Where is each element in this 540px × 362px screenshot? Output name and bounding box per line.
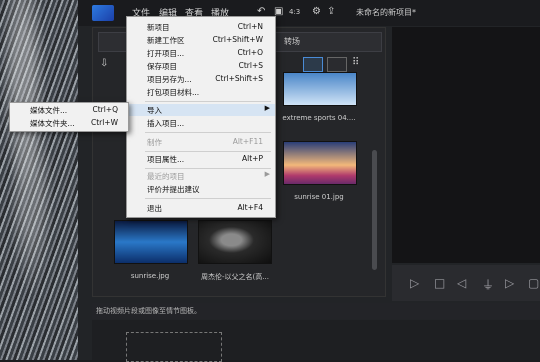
skydiver-thumbnail[interactable]	[283, 72, 357, 106]
next-frame-icon[interactable]: ▷	[505, 276, 514, 290]
import-submenu: 媒体文件... Ctrl+Q 媒体文件夹... Ctrl+W	[9, 102, 129, 132]
menu-item-recent-projects: 最近的项目 ▶	[127, 170, 275, 182]
music-video-thumbnail[interactable]	[198, 220, 272, 264]
menu-item-label: 项目另存为...	[147, 75, 192, 84]
item-caption: extreme sports 04....	[282, 114, 356, 122]
item-caption: sunrise.jpg	[130, 272, 170, 280]
settings-icon[interactable]: ⚙	[312, 6, 321, 17]
tab-transitions[interactable]: 转场	[284, 36, 300, 47]
menu-item-label: 制作	[147, 138, 162, 147]
menu-item-label: 退出	[147, 204, 162, 213]
menu-item-label: 项目属性...	[147, 155, 185, 164]
menu-item-label: 插入项目...	[147, 119, 185, 128]
menu-separator	[145, 132, 271, 133]
document-title: 未命名的新项目*	[356, 8, 416, 17]
menu-item-shortcut: Ctrl+Shift+S	[215, 74, 263, 83]
item-caption: 周杰伦-以父之名(高...	[201, 273, 269, 281]
menu-separator	[145, 101, 271, 102]
menu-separator	[145, 198, 271, 199]
upload-icon[interactable]: ⇪	[327, 6, 335, 17]
display-ratio-icon[interactable]: 4:3	[289, 8, 300, 16]
menu-item-shortcut: Alt+P	[242, 154, 263, 163]
menu-item-label: 新建工作区	[147, 36, 185, 45]
menu-item-label: 保存项目	[147, 62, 177, 71]
submenu-arrow-icon: ▶	[264, 104, 270, 112]
menu-item-label: 打包项目材料...	[147, 88, 200, 97]
sunrise-flowers-thumbnail[interactable]	[283, 141, 357, 185]
menu-item-save-project[interactable]: 保存项目 Ctrl+S	[127, 60, 275, 72]
menu-item-label: 新项目	[147, 23, 170, 32]
split-icon[interactable]: ⏚	[482, 276, 494, 293]
menu-item-import[interactable]: 导入 ▶	[127, 104, 275, 116]
menu-item-project-properties[interactable]: 项目属性... Alt+P	[127, 153, 275, 165]
menu-item-shortcut: Ctrl+S	[238, 61, 263, 70]
thumbnail-view-icon[interactable]	[327, 57, 347, 72]
sunrise-lake-thumbnail[interactable]	[114, 220, 188, 264]
menu-item-label: 最近的项目	[147, 172, 185, 181]
list-view-icon[interactable]	[303, 57, 323, 72]
fullscreen-icon[interactable]: ▢	[528, 276, 539, 290]
menu-item-label: 媒体文件...	[30, 106, 68, 115]
menu-separator	[145, 151, 271, 152]
menu-item-new-workspace[interactable]: 新建工作区 Ctrl+Shift+W	[127, 34, 275, 46]
library-scrollbar[interactable]	[372, 150, 377, 270]
storyboard-empty-slot[interactable]	[126, 332, 222, 362]
menu-item-shortcut: Ctrl+Q	[92, 105, 118, 114]
menu-item-label: 打开项目...	[147, 49, 185, 58]
stop-icon[interactable]: □	[434, 276, 445, 290]
submenu-arrow-icon: ▶	[264, 170, 270, 178]
preview-window	[392, 27, 540, 263]
menu-item-shortcut: Ctrl+O	[237, 48, 263, 57]
menu-separator	[145, 168, 271, 169]
menu-item-feedback[interactable]: 评价并提出建议	[127, 183, 275, 195]
file-menu-dropdown: 新项目 Ctrl+N 新建工作区 Ctrl+Shift+W 打开项目... Ct…	[126, 16, 276, 218]
submenu-item-media-folder[interactable]: 媒体文件夹... Ctrl+W	[10, 117, 128, 129]
menu-item-shortcut: Ctrl+N	[237, 22, 263, 31]
import-folder-icon[interactable]: ⇩	[100, 58, 108, 69]
submenu-item-media-file[interactable]: 媒体文件... Ctrl+Q	[10, 104, 128, 116]
prev-frame-icon[interactable]: ◁	[457, 276, 466, 290]
menu-item-label: 媒体文件夹...	[30, 119, 75, 128]
menu-item-label: 导入	[147, 106, 162, 115]
menu-item-insert-project[interactable]: 插入项目...	[127, 117, 275, 129]
menu-item-new-project[interactable]: 新项目 Ctrl+N	[127, 21, 275, 33]
menu-item-shortcut: Alt+F4	[237, 203, 263, 212]
item-caption: sunrise 01.jpg	[294, 193, 344, 201]
desktop-background-photo	[0, 0, 78, 360]
menu-item-pack-project[interactable]: 打包项目材料...	[127, 86, 275, 98]
menu-item-shortcut: Ctrl+Shift+W	[212, 35, 263, 44]
menu-item-shortcut: Alt+F11	[232, 137, 263, 146]
menu-item-label: 评价并提出建议	[147, 185, 200, 194]
menu-item-exit[interactable]: 退出 Alt+F4	[127, 202, 275, 214]
menu-item-save-as[interactable]: 项目另存为... Ctrl+Shift+S	[127, 73, 275, 85]
menu-item-shortcut: Ctrl+W	[90, 118, 118, 127]
menu-item-open-project[interactable]: 打开项目... Ctrl+O	[127, 47, 275, 59]
play-icon[interactable]: ▷	[410, 276, 419, 290]
app-logo-icon	[92, 5, 114, 21]
grid-view-icon[interactable]: ⠿	[352, 57, 359, 68]
status-bar: 拖动视频片段或图像至情节图板。	[92, 303, 540, 319]
menu-item-produce: 制作 Alt+F11	[127, 136, 275, 148]
